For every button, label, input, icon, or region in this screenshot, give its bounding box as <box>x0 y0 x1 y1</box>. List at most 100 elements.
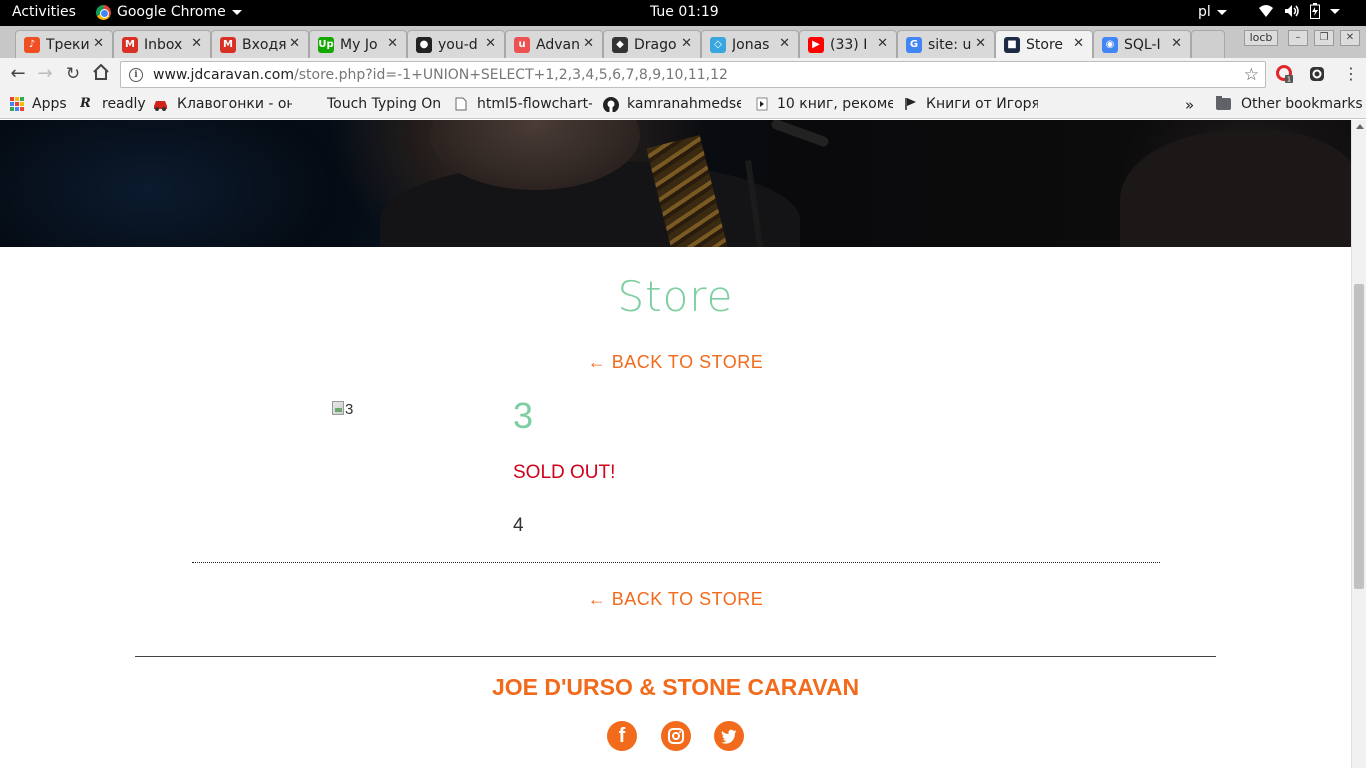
chrome-icon <box>96 4 111 20</box>
dragon-icon: ◆ <box>612 36 628 53</box>
close-icon[interactable]: ✕ <box>681 36 692 51</box>
close-icon[interactable]: ✕ <box>1073 36 1084 51</box>
close-icon[interactable]: ✕ <box>877 36 888 51</box>
maximize-icon[interactable]: ❐ <box>1314 30 1334 46</box>
udemy-icon: u <box>514 36 530 53</box>
reload-icon[interactable]: ↻ <box>62 63 84 85</box>
bookmark-html5-flowchart[interactable]: html5-flowchart- <box>455 96 592 112</box>
extension-icon[interactable] <box>1308 65 1326 83</box>
bookmark-label: 10 книг, рекоме <box>777 96 893 112</box>
bookmark-label: kamranahmedse/c <box>627 96 741 112</box>
keyboard-layout-label: pl <box>1198 4 1211 20</box>
page-scrollbar[interactable] <box>1351 120 1366 768</box>
back-arrow-icon[interactable]: ← <box>7 63 29 85</box>
battery-icon <box>1310 3 1320 19</box>
youtube-icon: ▶ <box>808 36 824 53</box>
close-icon[interactable]: ✕ <box>1171 36 1182 51</box>
tab-10[interactable]: Gsite: u ✕ <box>897 30 995 58</box>
address-bar[interactable]: i www.jdcaravan.com/store.php?id=-1+UNIO… <box>120 61 1266 88</box>
tab-6[interactable]: u Advan ✕ <box>505 30 603 58</box>
bookmark-igor-books[interactable]: Книги от Игоря <box>904 96 1038 112</box>
bookmark-label: Apps <box>32 96 67 112</box>
tab-7[interactable]: ◆ Drago ✕ <box>603 30 701 58</box>
facebook-icon[interactable]: f <box>607 721 637 751</box>
instagram-icon[interactable] <box>661 721 691 751</box>
back-to-store-link[interactable]: ← BACK TO STORE <box>0 352 1351 373</box>
tab-title: My Jo <box>340 36 378 53</box>
scroll-up-arrow-icon[interactable] <box>1356 124 1364 129</box>
close-window-icon[interactable]: ✕ <box>1340 30 1360 46</box>
tab-9[interactable]: ▶ (33) I ✕ <box>799 30 897 58</box>
tab-1[interactable]: ♪ Треки ✕ <box>15 30 113 58</box>
upwork-icon: Up <box>318 36 334 53</box>
home-icon[interactable] <box>90 63 112 85</box>
app-menu[interactable]: Google Chrome <box>96 4 242 20</box>
tab-title: SQL-I <box>1124 36 1161 53</box>
chrome-icon: ◉ <box>1102 36 1118 53</box>
bookmark-kamranahmedse[interactable]: kamranahmedse/c <box>603 96 741 112</box>
other-bookmarks-folder[interactable]: Other bookmarks <box>1216 96 1363 112</box>
bookmark-label: html5-flowchart- <box>477 96 592 112</box>
bookmark-readly[interactable]: R readly <box>80 96 146 112</box>
wifi-icon <box>1259 5 1273 17</box>
system-menu[interactable] <box>1258 3 1340 19</box>
close-icon[interactable]: ✕ <box>93 36 104 51</box>
activities-button[interactable]: Activities <box>12 4 76 20</box>
product-image: 3 <box>332 401 353 418</box>
tab-title: Inbox <box>144 36 183 53</box>
divider <box>192 562 1160 563</box>
opera-vpn-extension-icon[interactable]: 1 <box>1276 65 1294 84</box>
tab-3[interactable]: M Входя ✕ <box>211 30 309 58</box>
github-icon: ● <box>416 36 432 53</box>
kebab-menu-icon[interactable]: ⋮ <box>1340 63 1362 85</box>
tab-4[interactable]: Up My Jo ✕ <box>309 30 407 58</box>
tab-title: Jonas <box>732 36 770 53</box>
broken-image-icon <box>332 401 344 415</box>
close-icon[interactable]: ✕ <box>289 36 300 51</box>
bookmarks-overflow-button[interactable]: » <box>1185 96 1194 114</box>
page-title: Store <box>617 272 734 321</box>
tab-11[interactable]: ■ Store ✕ <box>995 30 1093 58</box>
close-icon[interactable]: ✕ <box>779 36 790 51</box>
bookmark-klavogonki[interactable]: Клавогонки - он <box>152 96 292 112</box>
readly-icon: R <box>80 96 91 111</box>
hero-photo <box>0 120 1351 247</box>
minimize-icon[interactable]: – <box>1288 30 1308 46</box>
close-icon[interactable]: ✕ <box>387 36 398 51</box>
tab-title: (33) I <box>830 36 868 53</box>
app-menu-label: Google Chrome <box>117 4 226 20</box>
profile-button[interactable]: locb <box>1244 30 1278 46</box>
bookmark-label: Touch Typing Onl <box>327 96 441 112</box>
tab-2[interactable]: M Inbox ✕ <box>113 30 211 58</box>
bookmark-label: readly <box>102 96 146 112</box>
bookmark-label: Книги от Игоря <box>926 96 1038 112</box>
close-icon[interactable]: ✕ <box>583 36 594 51</box>
tab-title: Store <box>1026 36 1064 53</box>
tab-12[interactable]: ◉ SQL-I ✕ <box>1093 30 1191 58</box>
twitter-icon[interactable] <box>714 721 744 751</box>
bookmark-touch-typing[interactable]: Touch Typing Onl <box>305 96 441 112</box>
bookmark-star-icon[interactable]: ☆ <box>1244 65 1259 85</box>
back-to-store-link-bottom[interactable]: ← BACK TO STORE <box>0 589 1351 610</box>
new-tab-button[interactable] <box>1191 30 1225 58</box>
product-description: 4 <box>513 515 524 536</box>
tab-title: Drago <box>634 36 677 53</box>
clock[interactable]: Tue 01:19 <box>650 4 719 20</box>
scrollbar-thumb[interactable] <box>1354 284 1364 589</box>
bookmark-10-books[interactable]: 10 книг, рекоме <box>755 96 893 112</box>
keyboard-layout-indicator[interactable]: pl <box>1198 4 1227 20</box>
svg-text:1: 1 <box>1287 76 1291 84</box>
tab-5[interactable]: ● you-d ✕ <box>407 30 505 58</box>
close-icon[interactable]: ✕ <box>485 36 496 51</box>
forward-arrow-icon[interactable]: → <box>34 63 56 85</box>
site-info-icon[interactable]: i <box>129 67 143 82</box>
close-icon[interactable]: ✕ <box>191 36 202 51</box>
tab-8[interactable]: ◇ Jonas ✕ <box>701 30 799 58</box>
product-name: 3 <box>513 395 534 436</box>
bookmark-apps[interactable]: Apps <box>10 96 67 112</box>
url-host: www.jdcaravan.com <box>153 66 294 83</box>
page-viewport: Store ← BACK TO STORE 3 3 SOLD OUT! 4 ← … <box>0 120 1351 768</box>
page-icon <box>455 97 469 111</box>
chevron-down-icon <box>1216 9 1227 15</box>
close-icon[interactable]: ✕ <box>975 36 986 51</box>
